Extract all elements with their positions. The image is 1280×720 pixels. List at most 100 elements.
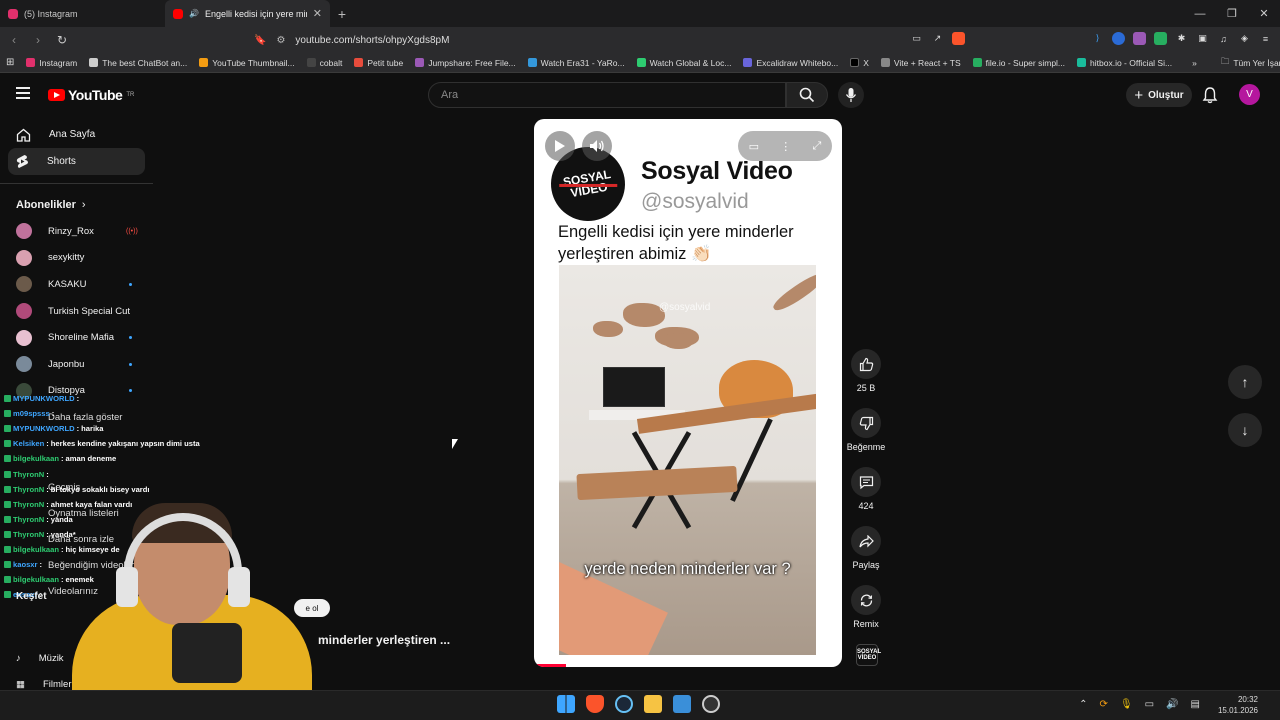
next-short-button[interactable]: ↓ [1228, 413, 1262, 447]
bookmark-page-icon[interactable]: 🔖 [254, 35, 266, 46]
sidebar-icon[interactable]: ▣ [1196, 32, 1209, 45]
search-input[interactable]: Ara [428, 82, 786, 108]
subscribe-button-fragment[interactable]: e ol [294, 599, 330, 617]
minimize-icon[interactable]: — [1184, 0, 1216, 27]
translate-icon[interactable]: ⟩ [1091, 32, 1104, 45]
address-bar[interactable]: 🔖 ⚙ youtube.com/shorts/ohpyXgds8pM [254, 29, 990, 51]
sidebar-item-films[interactable]: ▦ Filmler [16, 679, 71, 690]
search-placeholder: Ara [441, 89, 459, 101]
file-explorer-icon[interactable] [644, 695, 662, 713]
more-options-icon[interactable]: ⋮ [780, 140, 791, 153]
tray-mic-icon[interactable]: 🎙 [1120, 699, 1133, 710]
create-button[interactable]: + Oluştur [1126, 83, 1192, 107]
bookmark-item[interactable]: cobalt [301, 58, 349, 68]
new-tab-button[interactable]: + [330, 6, 354, 22]
subscriptions-header[interactable]: Abonelikler › [0, 192, 153, 218]
close-window-icon[interactable]: ✕ [1248, 0, 1280, 27]
bookmark-item[interactable]: Excalidraw Whitebo... [737, 58, 844, 68]
bookmark-label: hitbox.io - Official Si... [1090, 57, 1173, 68]
subscription-item[interactable]: sexykitty [0, 245, 153, 272]
remix-button[interactable]: Remix [846, 585, 886, 629]
bookmark-item[interactable]: The best ChatBot an... [83, 58, 193, 68]
sidebar-item-home[interactable]: Ana Sayfa [0, 121, 145, 148]
speaker-icon[interactable]: 🔊 [189, 9, 199, 18]
progress-bar[interactable] [534, 664, 566, 667]
subscription-item[interactable]: Turkish Special Cut [0, 298, 153, 325]
desktop-app-icon[interactable] [673, 695, 691, 713]
bookmark-item[interactable]: hitbox.io - Official Si... [1071, 58, 1178, 68]
subscription-item[interactable]: Shoreline Mafia [0, 324, 153, 351]
bookmark-item[interactable]: file.io - Super simpl... [967, 58, 1071, 68]
reload-icon[interactable]: ↻ [52, 33, 72, 47]
back-icon[interactable]: ‹ [4, 33, 24, 47]
headset-cup-left [116, 567, 138, 607]
menu-icon[interactable]: ≡ [1259, 32, 1272, 45]
more-bookmarks-icon[interactable]: » [1186, 58, 1203, 68]
like-button[interactable]: 25 B [846, 349, 886, 393]
extension-blue-icon[interactable] [1112, 32, 1125, 45]
bookmark-item[interactable]: Vite + React + TS [875, 58, 967, 68]
tray-network-icon[interactable]: ▤ [1191, 699, 1200, 710]
dislike-button[interactable]: Beğenme [846, 408, 886, 452]
subscription-item[interactable]: Japonbu [0, 351, 153, 378]
puzzle-icon[interactable]: ✱ [1175, 32, 1188, 45]
share-button[interactable]: Paylaş [846, 526, 886, 570]
bookmark-item[interactable]: Petit tube [348, 58, 409, 68]
bookmark-item[interactable]: Watch Era31 - YaRo... [522, 58, 631, 68]
close-tab-icon[interactable]: ✕ [313, 7, 322, 20]
sidebar-item-shorts[interactable]: Shorts [8, 148, 145, 175]
play-button[interactable] [545, 131, 575, 161]
previous-short-button[interactable]: ↑ [1228, 365, 1262, 399]
tray-display-icon[interactable]: ▭ [1145, 699, 1154, 710]
all-bookmarks[interactable]: 🗀Tüm Yer İşaretleri [1215, 56, 1280, 70]
fullscreen-icon[interactable]: ⤢ [813, 140, 822, 153]
forward-icon[interactable]: › [28, 33, 48, 47]
tray-chevron-icon[interactable]: ⌃ [1079, 699, 1087, 710]
bookmark-item[interactable]: Watch Global & Loc... [631, 58, 738, 68]
bookmark-item[interactable]: YouTube Thumbnail... [193, 58, 300, 68]
video-frame[interactable]: @sosyalvid yerde neden minderler var ? [559, 265, 816, 655]
like-count: 25 B [856, 383, 876, 393]
windows-start-icon[interactable] [557, 695, 575, 713]
volume-button[interactable] [582, 131, 612, 161]
browser-tab-instagram[interactable]: (5) Instagram [0, 0, 165, 27]
tray-volume-icon[interactable]: 🔊 [1166, 699, 1178, 710]
vpn-icon[interactable]: ◈ [1238, 32, 1251, 45]
site-info-icon[interactable]: ⚙ [276, 35, 285, 46]
tray-sync-icon[interactable]: ⟳ [1100, 699, 1108, 710]
comments-button[interactable]: 424 [846, 467, 886, 511]
restore-icon[interactable]: ❐ [1216, 0, 1248, 27]
voice-search-button[interactable] [838, 82, 864, 108]
short-title-below[interactable]: minderler yerleştiren ... [318, 633, 450, 647]
taskbar-clock[interactable]: 20:32 15.01.2026 [1218, 694, 1258, 716]
bookmark-item[interactable]: X [844, 58, 875, 68]
extension-green-icon[interactable] [1154, 32, 1167, 45]
url-text[interactable]: youtube.com/shorts/ohpyXgds8pM [295, 35, 449, 46]
bookmark-item[interactable]: Instagram [20, 58, 83, 68]
browser-toolbar: ‹ › ↻ 🔖 ⚙ youtube.com/shorts/ohpyXgds8pM… [0, 27, 1280, 53]
obs-icon[interactable] [702, 695, 720, 713]
brave-browser-icon[interactable] [586, 695, 604, 713]
extension-purple-icon[interactable] [1133, 32, 1146, 45]
bookmark-item[interactable]: Jumpshare: Free File... [409, 58, 521, 68]
subscription-item[interactable]: Rinzy_Rox ((•)) [0, 218, 153, 245]
music-icon[interactable]: ♫ [1217, 32, 1230, 45]
subscription-item[interactable]: KASAKU [0, 271, 153, 298]
account-avatar[interactable]: V [1239, 84, 1260, 105]
apps-icon[interactable]: ⊞ [0, 57, 20, 68]
guide-menu-icon[interactable] [16, 87, 30, 99]
shorts-player[interactable]: SOSYAL VİDEO Sosyal Video @sosyalvid Eng… [534, 119, 842, 667]
cast-icon[interactable]: ▭ [910, 32, 923, 45]
youtube-logo[interactable]: YouTube TR [48, 87, 134, 103]
notifications-bell-icon[interactable] [1202, 86, 1218, 104]
captions-icon[interactable]: ▭ [749, 140, 759, 153]
browser-tab-youtube[interactable]: 🔊 Engelli kedisi için yere minde ✕ [165, 0, 330, 27]
share-icon[interactable]: ↗ [931, 32, 944, 45]
brave-shield-icon[interactable] [952, 32, 965, 45]
sidebar-item-music[interactable]: ♪ Müzik [16, 653, 64, 664]
chat-username: m09spsss [13, 409, 50, 419]
channel-thumbnail[interactable]: SOSYAL VİDEO [856, 644, 881, 666]
steam-icon[interactable] [615, 695, 633, 713]
chat-separator: : [46, 469, 49, 479]
search-button[interactable] [786, 82, 828, 108]
